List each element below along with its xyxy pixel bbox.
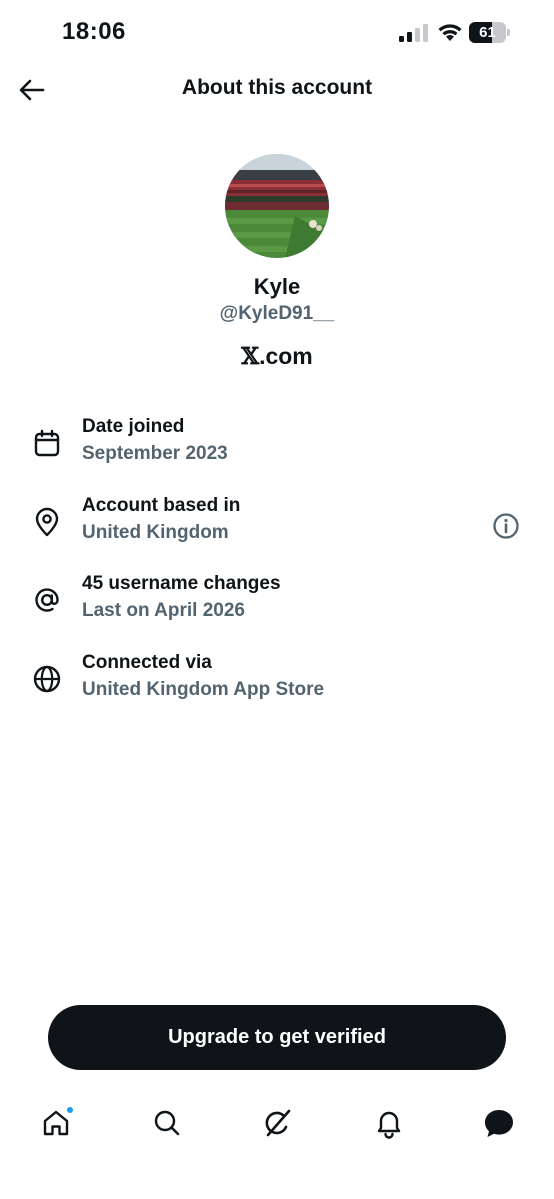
detail-row-connected-via: Connected via United Kingdom App Store [30,650,530,710]
avatar-stadium-photo [225,154,329,258]
detail-value: United Kingdom [82,522,229,543]
detail-title: Account based in [82,495,241,516]
nav-search[interactable] [147,1103,187,1143]
notification-dot [66,1106,74,1114]
status-bar: 18:06 61 [0,0,554,66]
notifications-bell-icon [377,1111,401,1139]
status-time: 18:06 [62,18,126,45]
cellular-signal-icon [399,24,428,42]
grok-icon [265,1109,291,1137]
nav-notifications[interactable] [369,1103,409,1143]
detail-title: 45 username changes [82,573,281,594]
detail-row-date-joined: Date joined September 2023 [30,414,530,474]
calendar-icon [34,429,60,457]
display-name: Kyle [253,274,301,299]
upgrade-verified-button[interactable]: Upgrade to get verified [48,1005,506,1070]
avatar[interactable] [225,154,329,258]
info-icon[interactable] [491,511,521,541]
detail-title: Connected via [82,652,212,673]
battery-icon: 61 [469,22,511,43]
nav-home[interactable] [36,1103,76,1143]
location-pin-icon [35,507,59,537]
nav-messages[interactable] [479,1103,519,1143]
wifi-icon [438,24,462,41]
at-sign-icon [35,588,59,612]
detail-value: Last on April 2026 [82,600,245,621]
search-icon [154,1110,180,1136]
messages-icon [485,1110,513,1137]
nav-grok[interactable] [258,1103,298,1143]
username-handle: @KyleD91__ [219,303,335,324]
domain-suffix: .com [259,343,313,369]
detail-row-account-based-in: Account based in United Kingdom [30,493,530,553]
detail-row-username-changes: 45 username changes Last on April 2026 [30,571,530,631]
globe-icon [33,665,61,693]
battery-level: 61 [479,24,496,41]
detail-value: September 2023 [82,443,228,464]
x-logo: 𝕏 [241,343,260,370]
detail-title: Date joined [82,416,185,437]
domain-label: 𝕏.com [0,343,554,370]
detail-value: United Kingdom App Store [82,679,325,700]
bottom-nav [0,1095,554,1155]
page-title: About this account [181,76,373,99]
